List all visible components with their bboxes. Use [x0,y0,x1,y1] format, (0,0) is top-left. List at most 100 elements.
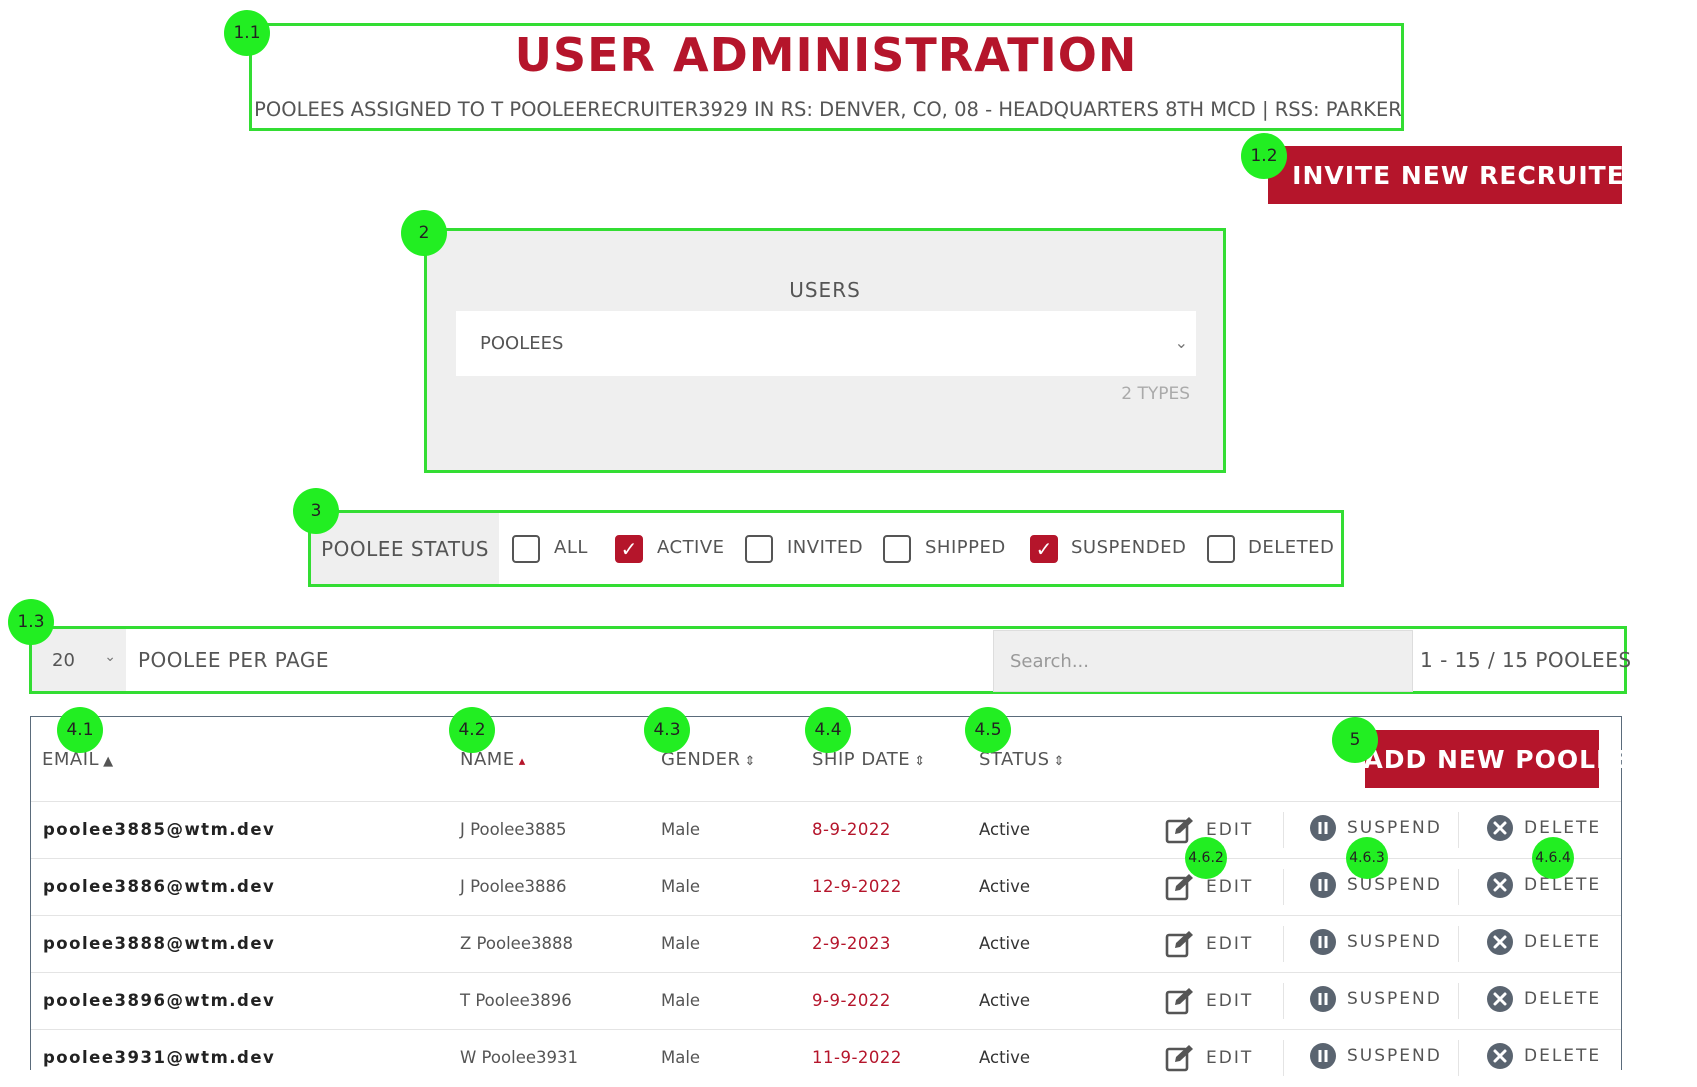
status-suspended-label[interactable]: SUSPENDED [1071,537,1186,558]
suspend-button[interactable]: SUSPEND [1309,985,1442,1013]
search-input[interactable] [993,630,1413,692]
row-gender: Male [661,1048,701,1067]
sort-icon: ⇕ [744,754,756,769]
suspend-label: SUSPEND [1347,1046,1442,1066]
status-suspended-checkbox[interactable]: ✓ [1030,535,1058,563]
check-icon: ✓ [1035,537,1053,561]
row-name: Z Poolee3888 [460,934,573,953]
annotation-4-3: 4.3 [644,707,690,753]
suspend-label: SUSPEND [1347,989,1442,1009]
row-status: Active [979,1048,1031,1067]
add-poolee-button[interactable]: + ADD NEW POOLEE [1332,730,1631,788]
chevron-down-icon: ⌄ [104,649,116,665]
edit-icon [1164,928,1196,960]
row-status: Active [979,877,1031,896]
close-circle-icon [1486,1042,1514,1070]
edit-label: EDIT [1206,991,1254,1011]
annotation-4-6-2: 4.6.2 [1185,837,1227,879]
poolee-status-label: POOLEE STATUS [311,513,499,584]
annotation-3: 3 [293,488,339,534]
sort-ascending-icon: ▴ [518,754,526,769]
divider [1283,812,1284,848]
invite-recruiter-label: INVITE NEW RECRUITER [1292,160,1646,190]
pause-icon [1309,1042,1337,1070]
column-gender[interactable]: GENDER ⇕ [661,749,756,770]
delete-button[interactable]: DELETE [1486,1042,1601,1070]
annotation-4-2: 4.2 [449,707,495,753]
row-name: W Poolee3931 [460,1048,578,1067]
close-circle-icon [1486,814,1514,842]
suspend-button[interactable]: SUSPEND [1309,1042,1442,1070]
status-invited-label[interactable]: INVITED [787,537,863,558]
row-email: poolee3885@wtm.dev [43,820,276,839]
suspend-label: SUSPEND [1347,818,1442,838]
edit-icon [1164,985,1196,1017]
row-status: Active [979,934,1031,953]
pause-icon [1309,928,1337,956]
row-status: Active [979,991,1031,1010]
row-gender: Male [661,820,701,839]
divider [1283,983,1284,1019]
status-active-label[interactable]: ACTIVE [657,537,725,558]
table-row: poolee3931@wtm.dev W Poolee3931 Male 11-… [31,1029,1621,1087]
edit-button[interactable]: EDIT [1164,1042,1253,1074]
annotation-4-5: 4.5 [965,707,1011,753]
edit-label: EDIT [1206,1048,1254,1068]
row-ship-date: 8-9-2022 [812,820,891,839]
users-type-value: POOLEES [480,333,564,354]
users-label: USERS [789,278,861,302]
delete-label: DELETE [1524,1046,1602,1066]
chevron-down-icon: ⌄ [1174,333,1188,352]
row-name: J Poolee3885 [460,820,567,839]
sort-icon: ▲︎ [103,754,114,769]
annotation-4-6-3: 4.6.3 [1346,837,1388,879]
close-circle-icon [1486,871,1514,899]
divider [1283,926,1284,962]
row-ship-date: 2-9-2023 [812,934,891,953]
status-deleted-checkbox[interactable] [1207,535,1235,563]
edit-button[interactable]: EDIT [1164,928,1253,960]
annotation-4-1: 4.1 [57,707,103,753]
divider [1458,926,1459,962]
users-type-count: 2 TYPES [1121,384,1190,404]
annotation-1-3: 1.3 [8,599,54,645]
annotation-1-2: 1.2 [1241,133,1287,179]
annotation-4-4: 4.4 [805,707,851,753]
row-gender: Male [661,877,701,896]
row-name: J Poolee3886 [460,877,567,896]
delete-label: DELETE [1524,818,1602,838]
annotation-5: 5 [1332,717,1378,763]
page-subtitle: POOLEES ASSIGNED TO T POOLEERECRUITER392… [254,98,1402,121]
delete-label: DELETE [1524,989,1602,1009]
annotation-4-6-4: 4.6.4 [1532,837,1574,879]
divider [1283,1040,1284,1076]
row-gender: Male [661,991,701,1010]
annotation-2: 2 [401,210,447,256]
users-type-select[interactable]: POOLEES ⌄ [456,311,1196,376]
divider [1458,1040,1459,1076]
close-circle-icon [1486,928,1514,956]
row-status: Active [979,820,1031,839]
row-gender: Male [661,934,701,953]
status-invited-checkbox[interactable] [745,535,773,563]
delete-label: DELETE [1524,875,1602,895]
row-email: poolee3896@wtm.dev [43,991,276,1010]
status-shipped-label[interactable]: SHIPPED [925,537,1006,558]
delete-button[interactable]: DELETE [1486,985,1601,1013]
delete-button[interactable]: DELETE [1486,928,1601,956]
invite-recruiter-button[interactable]: + INVITE NEW RECRUITER [1245,146,1644,204]
pause-icon [1309,871,1337,899]
edit-icon [1164,871,1196,903]
edit-label: EDIT [1206,877,1254,897]
per-page-value: 20 [52,649,75,671]
status-all-label[interactable]: ALL [554,537,588,558]
edit-button[interactable]: EDIT [1164,985,1253,1017]
table-row: poolee3896@wtm.dev T Poolee3896 Male 9-9… [31,972,1621,1030]
status-deleted-label[interactable]: DELETED [1248,537,1334,558]
close-circle-icon [1486,985,1514,1013]
suspend-button[interactable]: SUSPEND [1309,928,1442,956]
status-all-checkbox[interactable] [512,535,540,563]
status-active-checkbox[interactable]: ✓ [615,535,643,563]
status-shipped-checkbox[interactable] [883,535,911,563]
row-ship-date: 9-9-2022 [812,991,891,1010]
